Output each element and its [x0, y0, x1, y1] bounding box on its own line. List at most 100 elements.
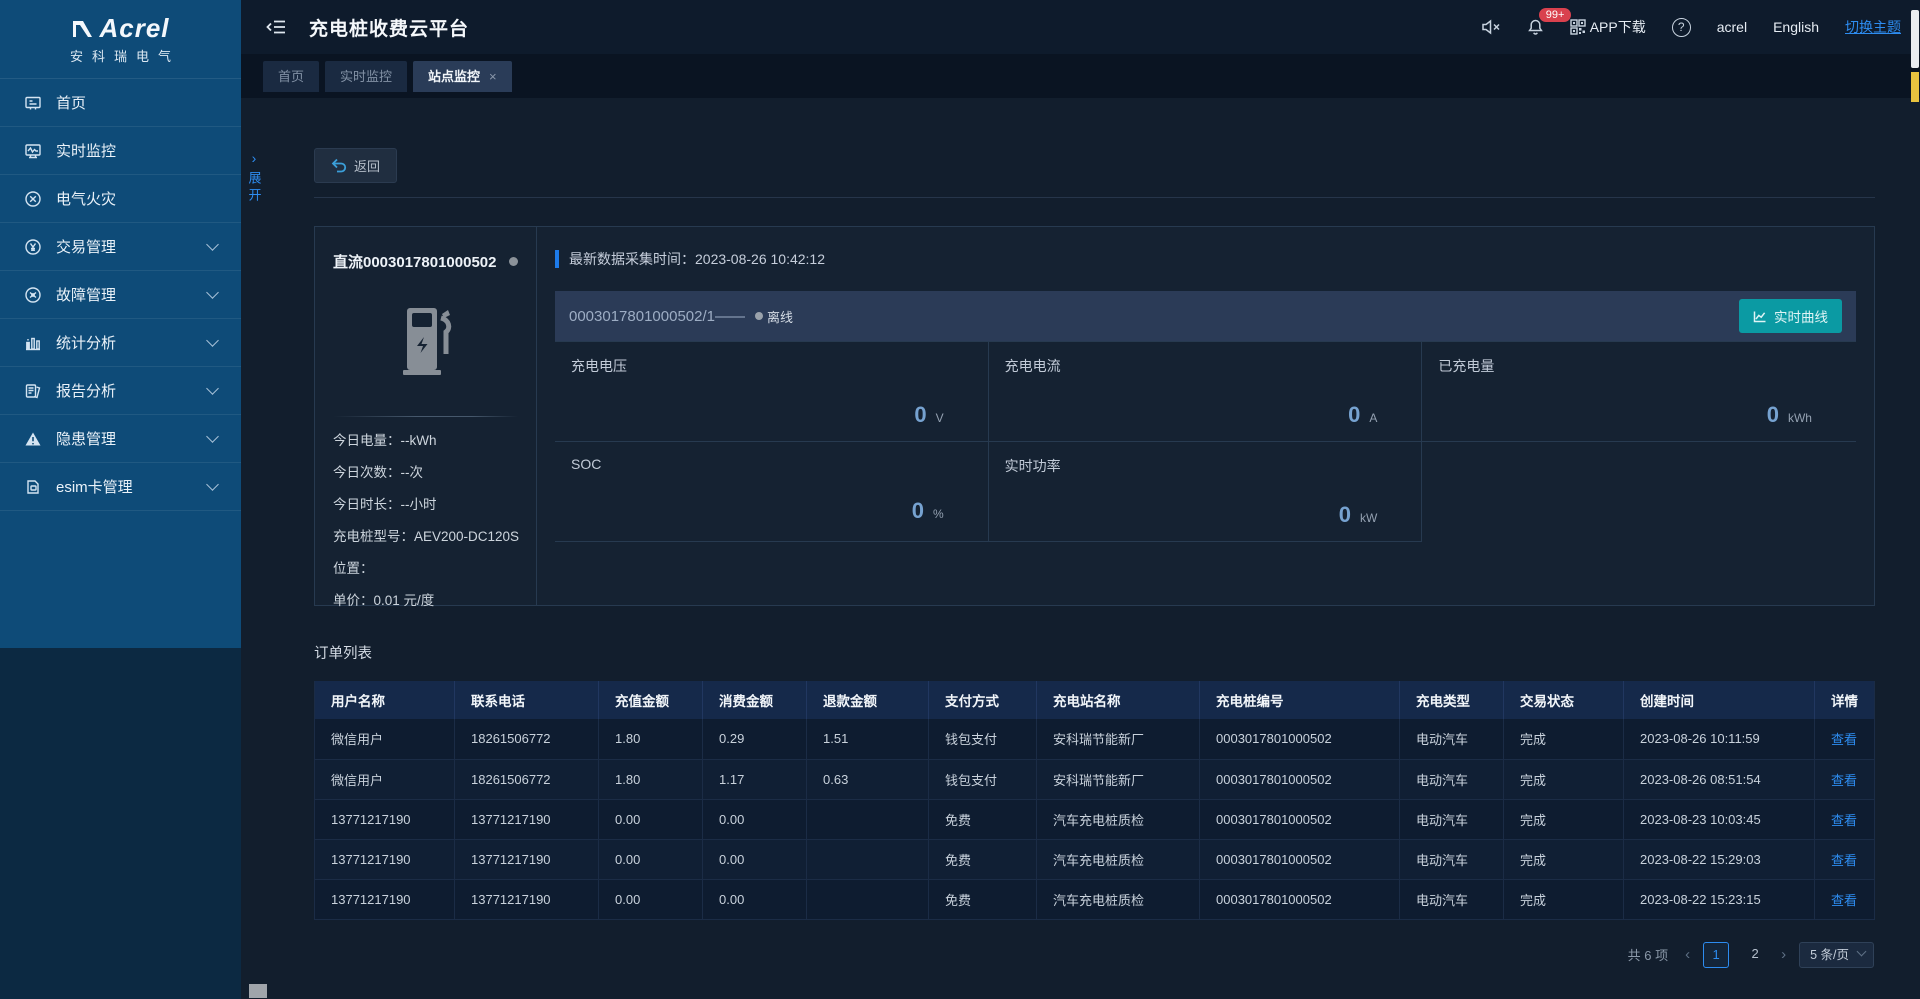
view-detail-link[interactable]: 查看: [1831, 813, 1857, 828]
chevron-down-icon: [206, 334, 219, 347]
tab-home[interactable]: 首页: [263, 61, 319, 92]
table-cell: 电动汽车: [1400, 759, 1504, 799]
sidebar-item-electric-fire[interactable]: 电气火灾: [0, 175, 241, 223]
theme-switch-link[interactable]: 切换主题: [1845, 17, 1901, 37]
charging-pile-icon: [333, 286, 518, 404]
main-column: 充电桩收费云平台 99+ APP下载 ? acrel English: [241, 0, 1920, 999]
table-cell: 完成: [1504, 839, 1624, 879]
realtime-curve-button[interactable]: 实时曲线: [1739, 299, 1842, 333]
app-download-label: APP下载: [1590, 17, 1646, 37]
tab-close-icon[interactable]: ×: [489, 61, 497, 92]
sim-card-icon: [24, 478, 50, 496]
table-cell: 微信用户: [315, 759, 455, 799]
report-icon: [24, 382, 50, 400]
help-icon[interactable]: ?: [1672, 18, 1691, 37]
pagination-page-2[interactable]: 2: [1742, 942, 1768, 968]
sidebar-item-report[interactable]: 报告分析: [0, 367, 241, 415]
pagination-prev-icon[interactable]: ‹: [1685, 946, 1690, 963]
view-detail-link[interactable]: 查看: [1831, 853, 1857, 868]
table-cell: 2023-08-22 15:29:03: [1624, 839, 1815, 879]
app-download[interactable]: APP下载: [1570, 17, 1646, 37]
view-detail-link[interactable]: 查看: [1831, 732, 1857, 747]
qr-code-icon: [1570, 19, 1586, 35]
stat-location: 位置：: [333, 553, 518, 585]
table-cell: 0003017801000502: [1200, 879, 1400, 919]
stat-pile-model: 充电桩型号：AEV200-DC120S: [333, 521, 518, 553]
table-cell: 13771217190: [455, 839, 599, 879]
pagination-page-1[interactable]: 1: [1703, 942, 1729, 968]
scrollbar-thumb[interactable]: [1911, 10, 1919, 68]
table-cell: 18261506772: [455, 719, 599, 759]
metric-realtime-power: 实时功率 0kW: [989, 442, 1423, 542]
sidebar-item-home[interactable]: 首页: [0, 79, 241, 127]
page-content: › 展开 返回 直流0003017801000502: [241, 98, 1920, 999]
sidebar-item-hazard[interactable]: 隐患管理: [0, 415, 241, 463]
sidebar-item-statistics[interactable]: 统计分析: [0, 319, 241, 367]
orders-table: 用户名称 联系电话 充值金额 消费金额 退款金额 支付方式 充电站名称 充电桩编…: [314, 681, 1875, 920]
gun-header-bar: 0003017801000502/1—— 离线 实时曲线: [555, 291, 1856, 341]
table-cell: 完成: [1504, 759, 1624, 799]
table-cell: 电动汽车: [1400, 719, 1504, 759]
latest-data-time: 2023-08-26 10:42:12: [695, 251, 825, 267]
device-panel: 直流0003017801000502: [314, 226, 1875, 606]
view-detail-link[interactable]: 查看: [1831, 893, 1857, 908]
col-pay-method: 支付方式: [929, 681, 1037, 719]
page-size-select[interactable]: 5 条/页: [1799, 942, 1874, 968]
tab-label: 实时监控: [340, 61, 392, 92]
top-header: 充电桩收费云平台 99+ APP下载 ? acrel English: [241, 0, 1920, 54]
table-cell: 0003017801000502: [1200, 839, 1400, 879]
table-cell: 电动汽车: [1400, 879, 1504, 919]
brand-logo: Acrel 安科瑞电气: [0, 0, 241, 78]
col-trade-status: 交易状态: [1504, 681, 1624, 719]
sidebar-item-label: 统计分析: [56, 332, 208, 353]
table-cell: 1.17: [703, 759, 807, 799]
latest-data-label: 最新数据采集时间：: [569, 249, 695, 269]
table-cell: 汽车充电桩质检: [1037, 879, 1200, 919]
table-cell: 免费: [929, 879, 1037, 919]
sidebar-expand-handle[interactable]: › 展开: [245, 150, 263, 209]
table-header-row: 用户名称 联系电话 充值金额 消费金额 退款金额 支付方式 充电站名称 充电桩编…: [315, 681, 1875, 719]
sidebar-item-label: 电气火灾: [56, 188, 217, 209]
table-cell: 安科瑞节能新厂: [1037, 719, 1200, 759]
latest-data-row: 最新数据采集时间： 2023-08-26 10:42:12: [555, 249, 1856, 269]
table-cell: 钱包支付: [929, 719, 1037, 759]
col-pile-id: 充电桩编号: [1200, 681, 1400, 719]
sidebar-item-label: 报告分析: [56, 380, 208, 401]
table-cell: 钱包支付: [929, 759, 1037, 799]
sidebar-item-label: 首页: [56, 92, 217, 113]
table-cell: 0003017801000502: [1200, 719, 1400, 759]
language-switch[interactable]: English: [1773, 19, 1819, 35]
pagination-next-icon[interactable]: ›: [1781, 946, 1786, 963]
col-station-name: 充电站名称: [1037, 681, 1200, 719]
expand-label: 展开: [246, 171, 263, 205]
table-cell: 查看: [1815, 759, 1875, 799]
tab-bar: 首页 实时监控 站点监控 ×: [241, 54, 1920, 98]
device-name: 直流0003017801000502: [333, 251, 496, 272]
table-cell: 18261506772: [455, 759, 599, 799]
username[interactable]: acrel: [1717, 19, 1747, 35]
sidebar-item-esim[interactable]: esim卡管理: [0, 463, 241, 511]
table-cell: 微信用户: [315, 719, 455, 759]
table-row: 微信用户182615067721.801.170.63钱包支付安科瑞节能新厂00…: [315, 759, 1875, 799]
page-title: 充电桩收费云平台: [309, 14, 469, 41]
tab-realtime-monitor[interactable]: 实时监控: [325, 61, 407, 92]
table-cell: 2023-08-26 08:51:54: [1624, 759, 1815, 799]
mute-icon[interactable]: [1481, 19, 1501, 35]
sidebar-item-transaction[interactable]: 交易管理: [0, 223, 241, 271]
sidebar-item-realtime-monitor[interactable]: 实时监控: [0, 127, 241, 175]
view-detail-link[interactable]: 查看: [1831, 773, 1857, 788]
dashboard-icon: [24, 94, 50, 112]
chevron-down-icon: [206, 430, 219, 443]
stat-unit-price: 单价：0.01 元/度: [333, 585, 518, 617]
sidebar-item-fault[interactable]: 故障管理: [0, 271, 241, 319]
table-cell: 0.00: [703, 839, 807, 879]
table-cell: 13771217190: [315, 839, 455, 879]
table-cell: 2023-08-26 10:11:59: [1624, 719, 1815, 759]
tab-station-monitor[interactable]: 站点监控 ×: [413, 61, 512, 92]
sidebar-item-label: 交易管理: [56, 236, 208, 257]
notifications-bell-icon[interactable]: 99+: [1527, 18, 1544, 36]
offline-status-dot: [755, 312, 763, 320]
header-actions: 99+ APP下载 ? acrel English 切换主题: [1481, 17, 1901, 37]
menu-collapse-icon[interactable]: [265, 18, 287, 36]
back-button[interactable]: 返回: [314, 148, 397, 183]
